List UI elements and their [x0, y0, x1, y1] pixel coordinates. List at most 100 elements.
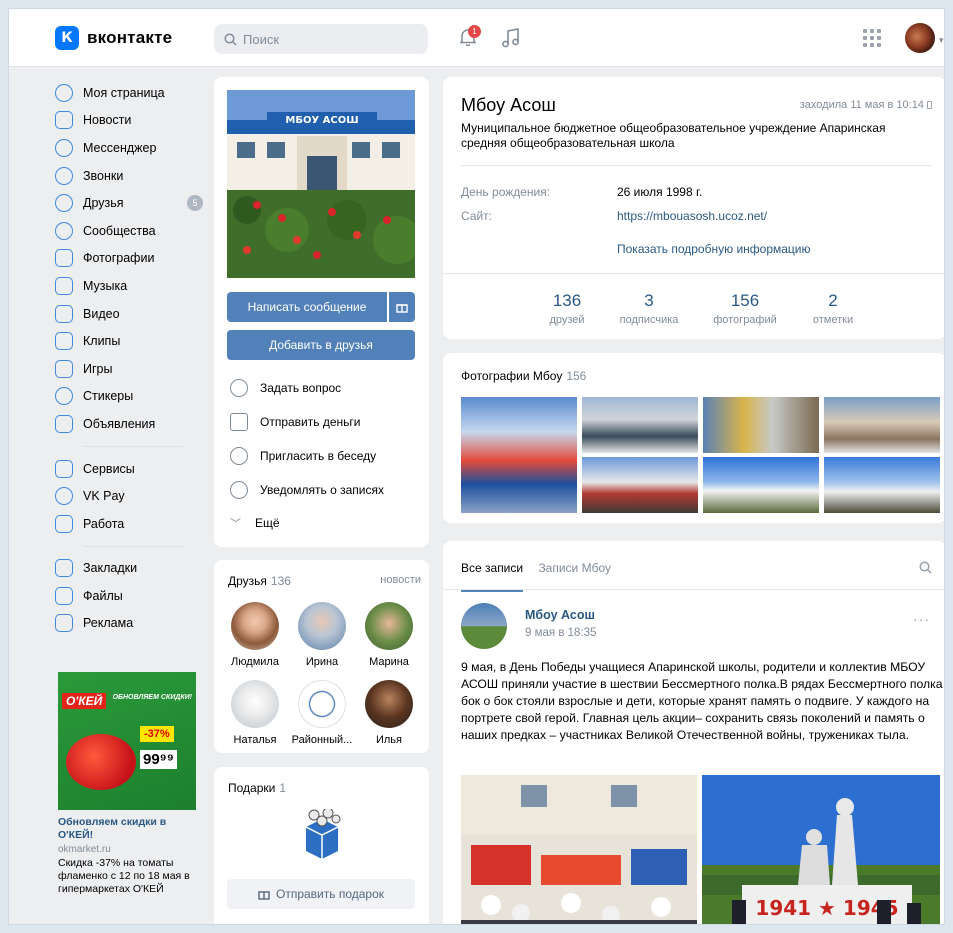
friends-icon: [55, 194, 73, 213]
friend-item[interactable]: Наталья: [223, 680, 287, 746]
briefcase-icon: [55, 514, 73, 533]
svg-text:МБОУ АСОШ: МБОУ АСОШ: [285, 115, 358, 126]
gifts-header[interactable]: Подарки 1: [228, 781, 286, 795]
wall-tabs: Все записи Записи Мбоу: [461, 561, 611, 592]
photo-thumbnail[interactable]: [824, 397, 940, 453]
send-gift-button[interactable]: Отправить подарок: [227, 879, 415, 909]
menu-item-friends[interactable]: Друзья 5: [55, 189, 203, 217]
photo-thumbnail[interactable]: [824, 457, 940, 513]
menu-item-calls[interactable]: Звонки: [55, 162, 203, 190]
show-more-info-link[interactable]: Показать подробную информацию: [617, 242, 811, 256]
menu-item-communities[interactable]: Сообщества: [55, 217, 203, 245]
music-button[interactable]: [501, 27, 521, 49]
gift-box-icon: [305, 809, 341, 859]
tab-own-posts[interactable]: Записи Мбоу: [538, 561, 611, 575]
menu-item-services[interactable]: Сервисы: [55, 455, 203, 483]
ad-price: 99⁹⁹: [140, 750, 177, 769]
photo-thumbnail[interactable]: [703, 457, 819, 513]
chat-add-icon: [230, 447, 248, 465]
message-bubble-icon: [55, 138, 73, 157]
stat-tags[interactable]: 2 отметки: [803, 291, 863, 326]
friend-item[interactable]: Людмила: [223, 602, 287, 668]
friend-avatar: [231, 602, 279, 650]
friend-item[interactable]: Районный...: [290, 680, 354, 746]
friends-news-link[interactable]: новости: [380, 574, 421, 586]
wall-card: Все записи Записи Мбоу Мбоу Асош 9 мая в…: [443, 541, 944, 924]
photos-header[interactable]: Фотографии Мбоу 156: [461, 369, 586, 383]
friend-avatar: [298, 680, 346, 728]
communities-icon: [55, 221, 73, 240]
site-link[interactable]: https://mbouasosh.ucoz.net/: [617, 209, 767, 223]
photo-thumbnail[interactable]: [582, 397, 698, 453]
birthday-label: День рождения:: [461, 185, 551, 199]
more-options-icon[interactable]: ···: [913, 611, 930, 627]
more-actions-button[interactable]: ﹀ Ещё: [230, 515, 280, 531]
add-friend-button[interactable]: Добавить в друзья: [227, 330, 415, 360]
friend-item[interactable]: Марина: [357, 602, 421, 668]
menu-item-news[interactable]: Новости: [55, 107, 203, 135]
menu-item-advertising[interactable]: Реклама: [55, 610, 203, 638]
profile-status: Муниципальное бюджетное общеобразователь…: [461, 121, 886, 150]
vk-logo-icon: К: [55, 26, 79, 50]
send-money-button[interactable]: Отправить деньги: [230, 413, 360, 431]
search-icon: [224, 32, 237, 46]
sidebar-ad[interactable]: О'КЕЙ ОБНОВЛЯЕМ СКИДКИ! -37% 99⁹⁹ Обновл…: [58, 672, 198, 896]
menu-item-ads[interactable]: Объявления: [55, 410, 203, 438]
post-photo[interactable]: 1941 ★ 1945: [702, 775, 940, 924]
friend-item[interactable]: Ирина: [290, 602, 354, 668]
gift-button[interactable]: [389, 292, 415, 322]
notify-posts-button[interactable]: Уведомлять о записях: [230, 481, 384, 499]
chevron-down-icon: ﹀: [230, 518, 241, 530]
send-message-button[interactable]: Написать сообщение: [227, 292, 387, 322]
user-avatar[interactable]: [905, 23, 935, 53]
menu-item-video[interactable]: Видео: [55, 300, 203, 328]
photo-thumbnail[interactable]: [461, 397, 577, 513]
stat-friends[interactable]: 136 друзей: [537, 291, 597, 326]
post-date[interactable]: 9 мая в 18:35: [525, 627, 596, 639]
menu-divider: [83, 445, 183, 447]
ask-question-button[interactable]: Задать вопрос: [230, 379, 341, 397]
stat-photos[interactable]: 156 фотографий: [703, 291, 787, 326]
divider: [443, 273, 944, 274]
friends-count-badge: 5: [187, 195, 203, 212]
menu-item-my-page[interactable]: Моя страница: [55, 79, 203, 107]
menu-item-work[interactable]: Работа: [55, 510, 203, 538]
wall-search-button[interactable]: [919, 561, 932, 574]
tab-all-posts[interactable]: Все записи: [461, 561, 524, 592]
post-author-avatar[interactable]: [461, 603, 507, 649]
post-text: 9 мая, в День Победы учащиеся Апаринской…: [461, 660, 943, 742]
vkpay-icon: [55, 487, 73, 506]
device-icon: [927, 101, 932, 110]
gift-icon: [258, 891, 270, 900]
menu-item-photos[interactable]: Фотографии: [55, 245, 203, 273]
stat-followers[interactable]: 3 подписчика: [613, 291, 685, 326]
friend-item[interactable]: Илья: [357, 680, 421, 746]
invite-chat-button[interactable]: Пригласить в беседу: [230, 447, 376, 465]
vk-logo[interactable]: К вконтакте: [55, 26, 172, 50]
menu-item-files[interactable]: Файлы: [55, 582, 203, 610]
menu-item-games[interactable]: Игры: [55, 355, 203, 383]
gift-item[interactable]: [300, 809, 344, 859]
browser-frame: К вконтакте Поиск 1 ▾ Моя страница Новос…: [8, 8, 945, 925]
left-menu: Моя страница Новости Мессенджер Звонки Д…: [55, 79, 203, 637]
friend-avatar: [298, 602, 346, 650]
photo-icon: [55, 249, 73, 268]
search-input[interactable]: Поиск: [214, 24, 428, 54]
menu-item-stickers[interactable]: Стикеры: [55, 383, 203, 411]
profile-photo[interactable]: МБОУ АСОШ: [227, 90, 415, 278]
chevron-down-icon[interactable]: ▾: [939, 35, 944, 46]
friends-header[interactable]: Друзья 136: [228, 574, 291, 588]
divider: [443, 589, 944, 590]
menu-item-clips[interactable]: Клипы: [55, 327, 203, 355]
photo-thumbnail[interactable]: [703, 397, 819, 453]
menu-item-bookmarks[interactable]: Закладки: [55, 555, 203, 583]
apps-grid-icon[interactable]: [863, 29, 881, 47]
post-author[interactable]: Мбоу Асош: [525, 608, 595, 622]
photo-thumbnail[interactable]: [582, 457, 698, 513]
post-photo[interactable]: [461, 775, 697, 924]
menu-item-vkpay[interactable]: VK Pay: [55, 482, 203, 510]
notifications-button[interactable]: 1: [458, 25, 481, 49]
ad-title: Обновляем скидки в О'КЕЙ!: [58, 816, 167, 841]
menu-item-messenger[interactable]: Мессенджер: [55, 134, 203, 162]
menu-item-music[interactable]: Музыка: [55, 272, 203, 300]
